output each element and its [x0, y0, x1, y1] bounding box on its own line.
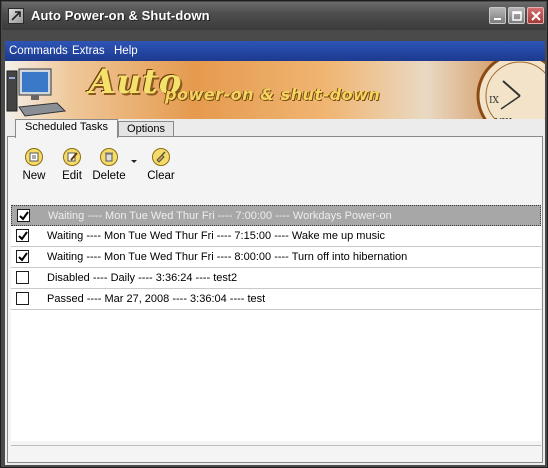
new-button[interactable]: New: [14, 145, 54, 189]
delete-icon: [100, 148, 118, 166]
minimize-button[interactable]: [489, 7, 506, 24]
clear-label: Clear: [147, 170, 175, 182]
task-checkbox[interactable]: [16, 292, 29, 305]
task-row[interactable]: Waiting ---- Mon Tue Wed Thur Fri ---- 7…: [11, 226, 541, 247]
new-label: New: [22, 170, 46, 182]
tab-scheduled-tasks[interactable]: Scheduled Tasks: [15, 119, 118, 138]
maximize-button[interactable]: [508, 7, 525, 24]
menu-help[interactable]: Help: [114, 45, 138, 57]
tab-options[interactable]: Options: [118, 121, 174, 137]
task-text: Passed ---- Mar 27, 2008 ---- 3:36:04 --…: [47, 293, 266, 305]
menu-bar: Commands Extras Help: [5, 41, 545, 61]
minimize-icon: [494, 18, 501, 20]
app-window: Auto Power-on & Shut-down Commands Extra…: [0, 0, 548, 468]
edit-button[interactable]: Edit: [52, 145, 92, 189]
task-text: Waiting ---- Mon Tue Wed Thur Fri ---- 7…: [48, 210, 392, 222]
checkmark-icon: [18, 231, 28, 241]
app-icon[interactable]: [8, 8, 24, 24]
svg-text:IX: IX: [489, 96, 500, 106]
clear-icon: [152, 148, 170, 166]
computer-icon: [6, 68, 67, 117]
checkmark-icon: [18, 252, 28, 262]
task-text: Waiting ---- Mon Tue Wed Thur Fri ---- 8…: [47, 251, 408, 263]
app-banner: Auto power-on & shut-down IX VIII: [5, 61, 545, 119]
task-row[interactable]: Waiting ---- Mon Tue Wed Thur Fri ---- 7…: [11, 205, 541, 226]
task-list[interactable]: Waiting ---- Mon Tue Wed Thur Fri ---- 7…: [11, 205, 541, 441]
task-text: Disabled ---- Daily ---- 3:36:24 ---- te…: [47, 272, 238, 284]
task-checkbox[interactable]: [16, 271, 29, 284]
delete-label: Delete: [92, 170, 126, 182]
task-row[interactable]: Disabled ---- Daily ---- 3:36:24 ---- te…: [11, 268, 541, 289]
task-checkbox[interactable]: [17, 209, 30, 222]
banner-subtitle: power-on & shut-down: [165, 85, 381, 104]
maximize-icon: [512, 11, 522, 21]
checkmark-icon: [19, 211, 29, 221]
menu-commands[interactable]: Commands: [9, 45, 68, 57]
task-row[interactable]: Passed ---- Mar 27, 2008 ---- 3:36:04 --…: [11, 289, 541, 310]
title-bar[interactable]: Auto Power-on & Shut-down: [2, 2, 546, 30]
edit-label: Edit: [62, 170, 82, 182]
new-icon: [25, 148, 43, 166]
tab-strip: Scheduled Tasks Options: [5, 119, 545, 138]
task-checkbox[interactable]: [16, 250, 29, 263]
close-button[interactable]: [527, 7, 544, 24]
close-icon: [531, 11, 541, 21]
delete-button[interactable]: Delete: [89, 145, 129, 189]
clock-icon: IX VIII: [476, 61, 545, 119]
menu-extras[interactable]: Extras: [72, 45, 105, 57]
main-panel: Scheduled Tasks Options New Edit Delete …: [5, 119, 545, 465]
task-row[interactable]: Waiting ---- Mon Tue Wed Thur Fri ---- 8…: [11, 247, 541, 268]
clear-button[interactable]: Clear: [141, 145, 181, 189]
scheduled-tasks-page: New Edit Delete Clear Waiting ---- Mon T…: [7, 136, 543, 463]
divider: [11, 445, 541, 446]
task-text: Waiting ---- Mon Tue Wed Thur Fri ---- 7…: [47, 230, 386, 242]
window-title: Auto Power-on & Shut-down: [31, 8, 210, 23]
edit-icon: [63, 148, 81, 166]
task-checkbox[interactable]: [16, 229, 29, 242]
delete-dropdown-arrow[interactable]: [131, 160, 137, 163]
